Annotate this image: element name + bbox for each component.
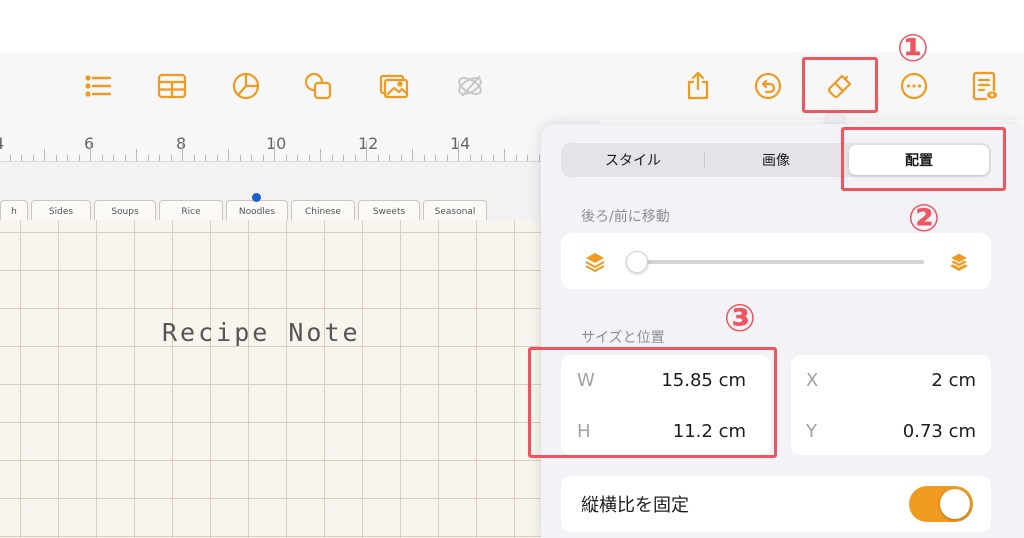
ruler-tick <box>515 155 517 161</box>
ruler-tick <box>377 155 379 161</box>
ruler-tick <box>366 141 367 161</box>
share-icon[interactable] <box>680 68 716 104</box>
callout-marker: ③ <box>723 296 757 340</box>
ruler-tick <box>182 141 183 161</box>
ruler-tick <box>354 155 356 161</box>
ruler-tick <box>44 149 45 161</box>
ruler-tick <box>101 155 103 161</box>
layer-slider-thumb[interactable] <box>626 251 648 273</box>
y-label: Y <box>806 421 817 442</box>
ruler-tick <box>239 155 241 161</box>
tab-style[interactable]: スタイル <box>563 145 703 175</box>
drawing-icon <box>452 68 488 104</box>
ruler-tick <box>446 155 448 161</box>
ruler-tick <box>216 155 218 161</box>
ruler-tick <box>55 155 57 161</box>
shapes-icon[interactable] <box>300 68 336 104</box>
ruler-tick <box>331 155 333 161</box>
send-backward-icon[interactable] <box>583 250 607 274</box>
y-field[interactable]: 0.73 cm <box>840 421 976 442</box>
ruler-tick <box>113 155 114 161</box>
arrange-section-label: 後ろ/前に移動 <box>581 209 670 225</box>
ruler-tick <box>205 155 206 161</box>
ruler-tick <box>423 155 425 161</box>
tab-divider <box>704 152 705 168</box>
ruler-tick <box>285 155 287 161</box>
ruler-tick <box>147 155 149 161</box>
toggle-knob <box>940 489 970 519</box>
ruler-label: 10 <box>266 134 287 153</box>
x-field[interactable]: 2 cm <box>840 370 976 391</box>
ruler-tick <box>343 155 344 161</box>
ruler-tick <box>193 155 195 161</box>
size-position-section-label: サイズと位置 <box>581 330 665 346</box>
ruler-tick <box>159 155 160 161</box>
ruler-tick <box>21 155 22 161</box>
ruler-tick <box>251 155 252 161</box>
document-tab: Seasonal <box>423 200 487 222</box>
more-icon[interactable] <box>896 68 932 104</box>
recipe-note-title: Recipe Note <box>162 318 361 347</box>
media-icon[interactable] <box>376 68 412 104</box>
document-tab: Rice <box>159 200 223 222</box>
document-tab: Chinese <box>291 200 355 222</box>
lock-aspect-toggle[interactable] <box>909 486 973 522</box>
list-icon[interactable] <box>80 68 116 104</box>
document-tab: Sides <box>31 200 91 222</box>
ruler-tick <box>262 155 264 161</box>
layer-slider-track[interactable] <box>636 260 924 264</box>
ruler-tick <box>527 155 528 161</box>
ruler-tick <box>9 155 11 161</box>
callout-marker: ① <box>896 26 930 70</box>
highlight-format-button <box>802 57 878 113</box>
selection-handle[interactable] <box>252 193 261 202</box>
table-icon[interactable] <box>154 68 190 104</box>
ruler-tick <box>435 155 436 161</box>
ruler-tick <box>170 155 172 161</box>
ruler-tick <box>504 149 505 161</box>
bring-forward-icon[interactable] <box>947 250 971 274</box>
ruler-label: 14 <box>450 134 471 153</box>
ruler-tick <box>538 155 540 161</box>
x-label: X <box>806 370 819 391</box>
ruler-tick <box>297 155 298 161</box>
ruler-tick <box>469 155 471 161</box>
callout-marker: ② <box>907 196 941 240</box>
ruler-tick <box>228 149 229 161</box>
ruler-tick <box>124 155 126 161</box>
ruler-label: 12 <box>358 134 379 153</box>
lock-aspect-label: 縦横比を固定 <box>581 495 689 516</box>
document-tab: Sweets <box>358 200 420 222</box>
top-blank-area <box>0 0 1024 52</box>
ruler-tick <box>308 155 310 161</box>
ruler-tick <box>458 141 459 161</box>
highlight-arrange-tab <box>841 127 1006 191</box>
ruler-tick <box>78 155 80 161</box>
document-tab-row: h Sides Soups Rice Noodles Chinese Sweet… <box>0 200 490 222</box>
chart-icon[interactable] <box>228 68 264 104</box>
ruler-tick <box>32 155 34 161</box>
ruler-tick <box>389 155 390 161</box>
ruler-tick <box>400 155 402 161</box>
highlight-size-fields <box>528 347 777 458</box>
grid-paper-image[interactable] <box>0 220 600 538</box>
ruler-tick <box>136 149 137 161</box>
ruler: 4 6 8 10 12 14 <box>0 120 600 162</box>
document-tab: Noodles <box>226 200 288 222</box>
ruler-label: 4 <box>0 134 4 153</box>
ruler-tick <box>412 149 413 161</box>
document-tab: Soups <box>94 200 156 222</box>
tab-image[interactable]: 画像 <box>706 145 846 175</box>
ruler-tick <box>320 149 321 161</box>
ruler-tick <box>90 141 91 161</box>
document-view-icon[interactable] <box>966 68 1002 104</box>
ruler-tick <box>492 155 494 161</box>
document-tab: h <box>0 200 28 222</box>
ruler-tick <box>274 141 275 161</box>
ruler-tick <box>67 155 68 161</box>
ruler-tick <box>481 155 482 161</box>
undo-icon[interactable] <box>750 68 786 104</box>
